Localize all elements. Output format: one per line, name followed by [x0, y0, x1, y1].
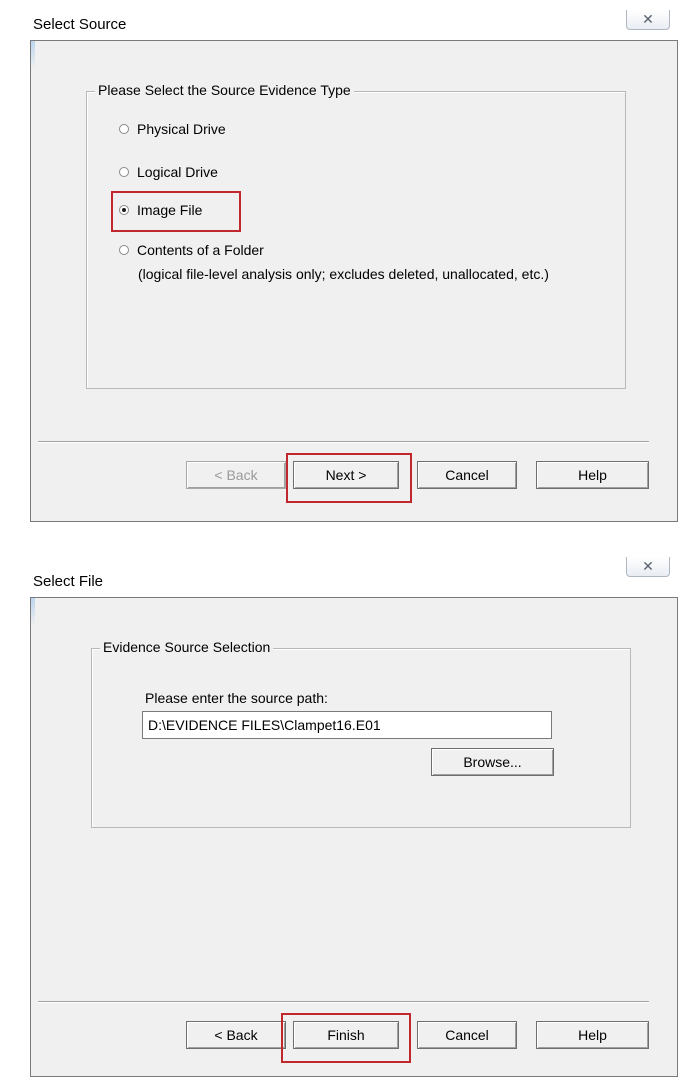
button-label: < Back [214, 1027, 258, 1043]
button-label: Help [578, 1027, 607, 1043]
close-button[interactable]: ✕ [626, 557, 670, 577]
close-button[interactable]: ✕ [626, 10, 670, 30]
select-source-dialog: Select Source ✕ Please Select the Source… [0, 0, 680, 522]
button-separator [38, 441, 649, 443]
title-bar: Select Source ✕ [0, 0, 680, 40]
back-button[interactable]: < Back [186, 1021, 286, 1049]
groupbox-legend: Please Select the Source Evidence Type [95, 82, 354, 98]
title-bar: Select File ✕ [0, 557, 680, 597]
folder-note: (logical file-level analysis only; exclu… [138, 266, 549, 282]
back-button[interactable]: < Back [186, 461, 286, 489]
radio-indicator[interactable] [119, 167, 129, 177]
close-icon: ✕ [642, 558, 654, 574]
frame-accent [31, 41, 35, 69]
button-label: Cancel [445, 467, 489, 483]
radio-label: Contents of a Folder [137, 242, 264, 258]
close-icon: ✕ [642, 11, 654, 27]
radio-indicator[interactable] [119, 245, 129, 255]
dialog-title: Select Source [33, 16, 127, 33]
button-separator [38, 1001, 649, 1003]
button-label: Browse... [463, 754, 522, 770]
button-label: Cancel [445, 1027, 489, 1043]
image-file-highlight [111, 191, 241, 232]
help-button[interactable]: Help [536, 1021, 649, 1049]
radio-logical-drive[interactable]: Logical Drive [119, 164, 218, 180]
radio-indicator[interactable] [119, 124, 129, 134]
cancel-button[interactable]: Cancel [417, 1021, 517, 1049]
dialog-body: Please Select the Source Evidence Type P… [30, 40, 678, 522]
radio-contents-of-folder[interactable]: Contents of a Folder [119, 242, 264, 258]
radio-label: Physical Drive [137, 121, 226, 137]
source-path-input[interactable] [142, 711, 552, 739]
source-path-label: Please enter the source path: [145, 690, 328, 706]
next-button-highlight [286, 453, 412, 503]
browse-button[interactable]: Browse... [431, 748, 554, 776]
groupbox-legend: Evidence Source Selection [100, 639, 274, 655]
dialog-title: Select File [33, 573, 104, 590]
radio-physical-drive[interactable]: Physical Drive [119, 121, 226, 137]
select-file-dialog: Select File ✕ Evidence Source Selection … [0, 557, 680, 1086]
cancel-button[interactable]: Cancel [417, 461, 517, 489]
button-label: < Back [214, 467, 258, 483]
finish-button-highlight [281, 1013, 411, 1063]
help-button[interactable]: Help [536, 461, 649, 489]
dialog-body: Evidence Source Selection Please enter t… [30, 597, 678, 1077]
frame-accent [31, 598, 35, 626]
radio-label: Logical Drive [137, 164, 218, 180]
button-label: Help [578, 467, 607, 483]
